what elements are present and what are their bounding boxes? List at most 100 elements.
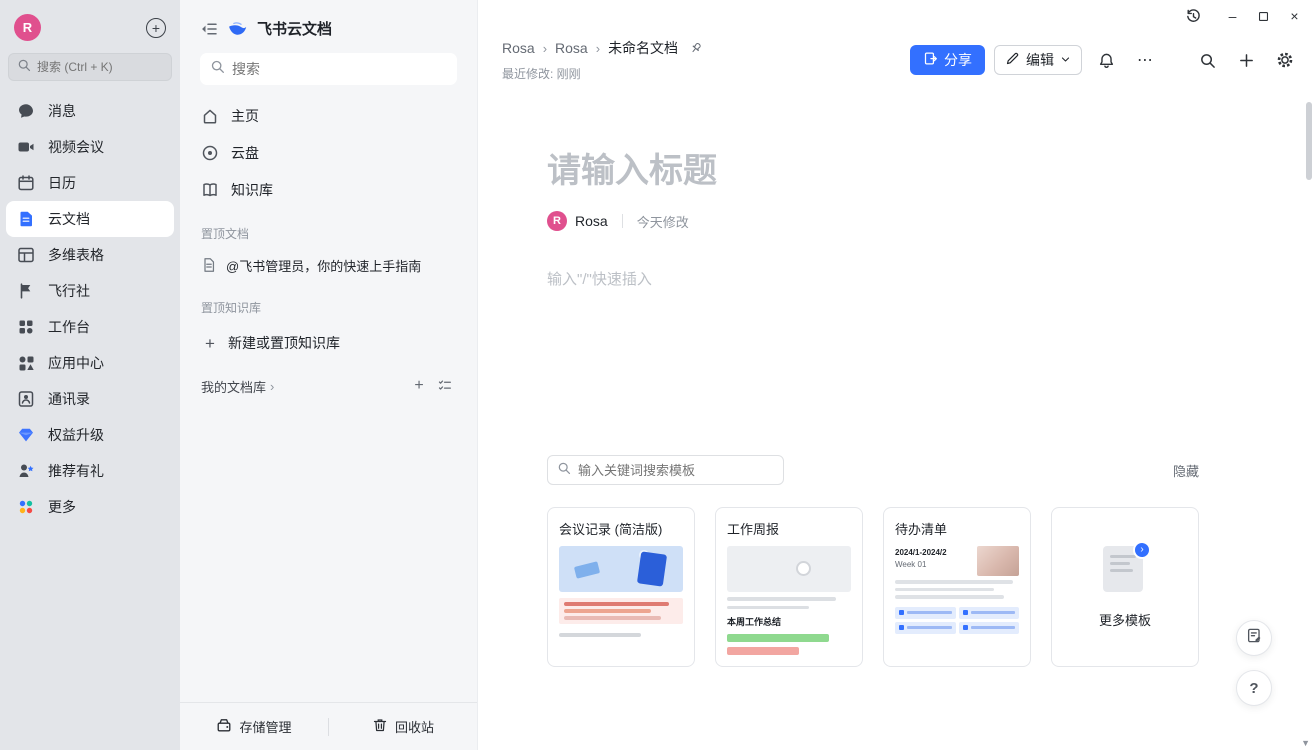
nav-item-drive[interactable]: 云盘: [192, 134, 465, 171]
workbench-grid-icon: [16, 317, 36, 337]
doc-pencil-icon: [1246, 627, 1263, 649]
last-modified-text: 最近修改: 刚刚: [502, 65, 703, 82]
main-area: – × Rosa › Rosa › 未命名文档 最近修改: 刚刚 分享: [478, 0, 1316, 750]
thumbnail-text-line: [727, 597, 836, 601]
sidebar-item-more[interactable]: 更多: [6, 489, 174, 525]
template-section: 隐藏 会议记录 (简洁版) 工作周报: [547, 455, 1199, 667]
docs-search-input[interactable]: [232, 61, 447, 77]
doc-body-placeholder[interactable]: 输入"/"快速插入: [547, 268, 1304, 289]
breadcrumb-current-doc: 未命名文档: [608, 38, 678, 58]
trash-icon: [372, 717, 388, 736]
sidebar-nav: 消息 视频会议 日历 云文档 多维表格 飞行社: [0, 89, 180, 750]
docs-search-box[interactable]: [200, 53, 457, 85]
nav-item-wiki[interactable]: 知识库: [192, 171, 465, 208]
hide-templates-button[interactable]: 隐藏: [1173, 461, 1199, 480]
share-button[interactable]: 分享: [910, 45, 985, 75]
user-avatar[interactable]: R: [14, 14, 41, 41]
video-camera-icon: [16, 137, 36, 157]
thumbnail-header: 2024/1-2024/2 Week 01: [895, 546, 1019, 576]
maximize-icon[interactable]: [1248, 3, 1279, 29]
thumbnail-footer-line: [559, 633, 641, 637]
global-search-box[interactable]: [8, 53, 172, 81]
grid-table-icon: [16, 245, 36, 265]
help-button[interactable]: ?: [1236, 670, 1272, 706]
thumbnail-heading: 本周工作总结: [727, 615, 851, 628]
more-actions-icon[interactable]: ⋯: [1130, 45, 1160, 75]
add-doc-button[interactable]: +: [408, 375, 430, 397]
author-name[interactable]: Rosa: [575, 213, 608, 229]
trash-button[interactable]: 回收站: [329, 703, 477, 750]
docs-panel-footer: 存储管理 回收站: [180, 702, 477, 750]
breadcrumb-item[interactable]: Rosa: [555, 40, 588, 56]
sidebar-item-community[interactable]: 飞行社: [6, 273, 174, 309]
sidebar-item-label: 更多: [48, 497, 76, 517]
question-mark-icon: ?: [1249, 680, 1258, 697]
sidebar-item-label: 权益升级: [48, 425, 104, 445]
edit-mode-button[interactable]: 编辑: [994, 45, 1082, 75]
sidebar-item-label: 应用中心: [48, 353, 104, 373]
new-wiki-button[interactable]: + 新建或置顶知识库: [192, 326, 465, 360]
thumbnail-photo: [977, 546, 1019, 576]
sidebar-item-label: 通讯录: [48, 389, 90, 409]
add-workspace-button[interactable]: +: [146, 18, 166, 38]
collapse-sidebar-icon[interactable]: [200, 20, 218, 38]
template-card-weekly-report[interactable]: 工作周报 本周工作总结: [715, 507, 863, 667]
nav-item-label: 主页: [231, 106, 259, 126]
template-card-todo-list[interactable]: 待办清单 2024/1-2024/2 Week 01: [883, 507, 1031, 667]
more-templates-card[interactable]: › 更多模板: [1051, 507, 1199, 667]
thumbnail-text-line: [727, 606, 809, 610]
sidebar-item-base[interactable]: 多维表格: [6, 237, 174, 273]
pinned-doc-item[interactable]: @飞书管理员，你的快速上手指南: [192, 248, 465, 282]
sidebar-item-contacts[interactable]: 通讯录: [6, 381, 174, 417]
sidebar-item-app-center[interactable]: 应用中心: [6, 345, 174, 381]
sidebar-item-calendar[interactable]: 日历: [6, 165, 174, 201]
author-row: R Rosa 今天修改: [547, 211, 1304, 231]
template-search-input[interactable]: [578, 463, 774, 478]
author-avatar[interactable]: R: [547, 211, 567, 231]
sidebar-item-video-meeting[interactable]: 视频会议: [6, 129, 174, 165]
template-card-title: 会议记录 (简洁版): [559, 519, 683, 538]
search-icon[interactable]: [1192, 45, 1222, 75]
scrollbar-thumb[interactable]: [1306, 102, 1312, 180]
scroll-down-arrow[interactable]: ▼: [1301, 738, 1310, 748]
modified-today-label: 今天修改: [637, 212, 689, 231]
my-library-label[interactable]: 我的文档库: [201, 377, 266, 396]
create-new-icon[interactable]: [1231, 45, 1261, 75]
close-icon[interactable]: ×: [1279, 3, 1310, 29]
minimize-icon[interactable]: –: [1217, 3, 1248, 29]
template-thumbnail-illustration: [727, 546, 851, 592]
doc-file-icon: [201, 257, 217, 273]
notification-bell-icon[interactable]: [1091, 45, 1121, 75]
book-icon: [201, 181, 219, 199]
storage-manage-label: 存储管理: [239, 717, 291, 736]
sidebar-item-cloud-docs[interactable]: 云文档: [6, 201, 174, 237]
storage-manage-button[interactable]: 存储管理: [180, 703, 328, 750]
breadcrumb-separator: ›: [596, 41, 600, 56]
nav-item-home[interactable]: 主页: [192, 97, 465, 134]
pin-icon[interactable]: [689, 41, 703, 55]
breadcrumb-item[interactable]: Rosa: [502, 40, 535, 56]
global-search-input[interactable]: [37, 60, 163, 74]
doc-icon: [16, 209, 36, 229]
feishu-logo-icon: [227, 18, 248, 39]
my-library-row: 我的文档库 › +: [192, 370, 465, 402]
template-search-box[interactable]: [547, 455, 784, 485]
sort-list-icon[interactable]: [434, 375, 456, 397]
settings-gear-icon[interactable]: [1270, 45, 1300, 75]
pinned-docs-section-label: 置顶文档: [201, 225, 456, 242]
sidebar-item-referral[interactable]: 推荐有礼: [6, 453, 174, 489]
sidebar-item-workbench[interactable]: 工作台: [6, 309, 174, 345]
chevron-right-icon[interactable]: ›: [270, 379, 274, 394]
sidebar-item-upgrade[interactable]: 权益升级: [6, 417, 174, 453]
template-card-meeting-notes[interactable]: 会议记录 (简洁版): [547, 507, 695, 667]
doc-title-placeholder[interactable]: 请输入标题: [547, 143, 1304, 192]
sidebar-item-label: 云文档: [48, 209, 90, 229]
doc-feedback-button[interactable]: [1236, 620, 1272, 656]
search-icon: [210, 59, 225, 79]
thumbnail-week: Week 01: [895, 560, 971, 569]
more-apps-icon: [16, 497, 36, 517]
calendar-icon: [16, 173, 36, 193]
sidebar-item-label: 飞行社: [48, 281, 90, 301]
sidebar-item-messages[interactable]: 消息: [6, 93, 174, 129]
history-icon[interactable]: [1178, 3, 1209, 29]
